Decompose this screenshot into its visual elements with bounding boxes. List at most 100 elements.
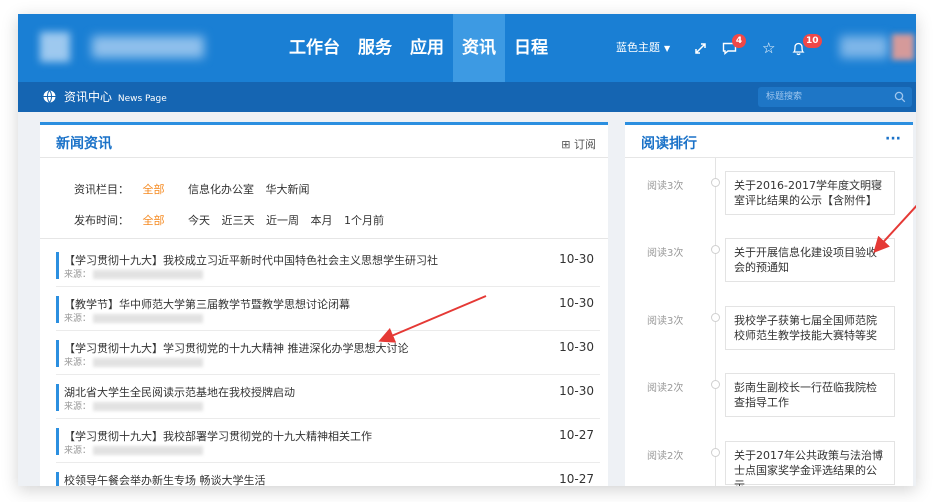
news-list-item[interactable]: 湖北省大学生全民阅读示范基地在我校授牌启动 来源： 10-30	[56, 376, 600, 419]
globe-icon	[43, 90, 56, 103]
source-blurred	[93, 358, 204, 367]
ranking-read-count: 阅读2次	[647, 383, 684, 394]
source-blurred	[93, 402, 204, 411]
ranking-item-title[interactable]: 关于开展信息化建设项目验收会的预通知	[725, 238, 895, 282]
notification-button[interactable]	[792, 14, 805, 82]
top-navigation-bar: 工作台 服务 应用 资讯 日程 蓝色主题 ▼ 4 ☆ 10	[18, 14, 916, 82]
expand-icon	[695, 43, 706, 54]
source-blurred	[93, 446, 204, 455]
news-item-title[interactable]: 【学习贯彻十九大】学习贯彻党的十九大精神 推进深化办学思想大讨论	[64, 340, 409, 356]
theme-selector[interactable]: 蓝色主题 ▼	[616, 14, 670, 82]
news-list-item[interactable]: 校领导午餐会举办新生专场 畅谈大学生活 10-27	[56, 464, 600, 486]
time-option-today[interactable]: 今天	[188, 214, 210, 227]
search-input[interactable]	[766, 89, 886, 105]
news-list-item[interactable]: 【学习贯彻十九大】我校部署学习贯彻党的十九大精神相关工作 来源： 10-27	[56, 420, 600, 463]
news-panel-title: 新闻资讯	[56, 136, 112, 152]
source-label: 来源：	[64, 314, 92, 324]
ranking-item-title[interactable]: 关于2017年公共政策与法治博士点国家奖学金评选结果的公示	[725, 441, 895, 486]
ranking-item: 阅读2次 关于2017年公共政策与法治博士点国家奖学金评选结果的公示	[625, 441, 913, 486]
news-item-date: 10-30	[559, 296, 594, 310]
nav-tab-news[interactable]: 资讯	[453, 14, 505, 82]
ranking-item-title[interactable]: 我校学子获第七届全国师范院校师范生教学技能大赛特等奖	[725, 306, 895, 350]
timeline-dot	[711, 245, 720, 254]
time-option-older[interactable]: 1个月前	[344, 214, 384, 227]
divider	[625, 157, 913, 158]
message-button[interactable]	[722, 14, 737, 82]
nav-tab-apps[interactable]: 应用	[401, 14, 453, 82]
divider	[40, 238, 608, 239]
news-item-date: 10-27	[559, 428, 594, 442]
ranking-item: 阅读2次 彭南生副校长一行莅临我院检查指导工作	[625, 373, 913, 425]
news-list-item[interactable]: 【学习贯彻十九大】学习贯彻党的十九大精神 推进深化办学思想大讨论 来源： 10-…	[56, 332, 600, 375]
news-list-item[interactable]: 【学习贯彻十九大】我校成立习近平新时代中国特色社会主义思想学生研习社 来源： 1…	[56, 244, 600, 287]
divider	[40, 157, 608, 158]
source-label: 来源：	[64, 446, 92, 456]
news-item-source: 来源：	[64, 399, 204, 412]
column-option-it-office[interactable]: 信息化办公室	[188, 183, 254, 196]
ranking-item: 阅读3次 关于开展信息化建设项目验收会的预通知	[625, 238, 913, 290]
subscribe-label: 订阅	[574, 138, 596, 151]
main-nav: 工作台 服务 应用 资讯 日程	[280, 14, 557, 82]
timeline-dot	[711, 448, 720, 457]
avatar[interactable]	[892, 34, 914, 60]
ranking-item: 阅读3次 我校学子获第七届全国师范院校师范生教学技能大赛特等奖	[625, 306, 913, 358]
nav-tab-workbench[interactable]: 工作台	[280, 14, 349, 82]
source-label: 来源：	[64, 358, 92, 368]
ranking-read-count: 阅读3次	[647, 316, 684, 327]
username-blurred[interactable]	[840, 36, 888, 58]
more-icon[interactable]: ···	[885, 131, 901, 147]
fullscreen-button[interactable]	[694, 14, 707, 82]
news-item-marker	[56, 340, 59, 367]
app-window: 工作台 服务 应用 资讯 日程 蓝色主题 ▼ 4 ☆ 10 资讯中心 News …	[18, 14, 916, 486]
caret-down-icon: ▼	[664, 44, 671, 53]
news-item-date: 10-30	[559, 384, 594, 398]
time-option-week[interactable]: 近一周	[266, 214, 299, 227]
logo-icon	[40, 32, 70, 62]
time-filter: 发布时间： 全部 今天 近三天 近一周 本月 1个月前	[74, 212, 384, 228]
nav-tab-schedule[interactable]: 日程	[505, 14, 557, 82]
news-item-date: 10-30	[559, 340, 594, 354]
news-list-item[interactable]: 【教学节】华中师范大学第三届教学节暨教学思想讨论闭幕 来源： 10-30	[56, 288, 600, 331]
column-option-ccnu-news[interactable]: 华大新闻	[266, 183, 310, 196]
news-item-date: 10-27	[559, 472, 594, 486]
source-label: 来源：	[64, 270, 92, 280]
ranking-read-count: 阅读3次	[647, 181, 684, 192]
timeline-dot	[711, 313, 720, 322]
news-item-source: 来源：	[64, 267, 204, 280]
news-panel: 新闻资讯 ⊞ 订阅 资讯栏目： 全部 信息化办公室 华大新闻 发布时间： 全部 …	[40, 122, 608, 486]
ranking-read-count: 阅读2次	[647, 451, 684, 462]
page-header-bar: 资讯中心 News Page	[18, 82, 916, 112]
page-title-en: News Page	[117, 94, 167, 104]
message-badge: 4	[732, 34, 746, 48]
time-option-3days[interactable]: 近三天	[222, 214, 255, 227]
news-item-title[interactable]: 湖北省大学生全民阅读示范基地在我校授牌启动	[64, 384, 295, 400]
logo-text-blurred	[92, 36, 204, 58]
news-item-title[interactable]: 【学习贯彻十九大】我校部署学习贯彻党的十九大精神相关工作	[64, 428, 372, 444]
time-option-month[interactable]: 本月	[311, 214, 333, 227]
news-item-source: 来源：	[64, 443, 204, 456]
star-icon: ☆	[762, 39, 776, 57]
subscribe-button[interactable]: ⊞ 订阅	[561, 136, 596, 152]
news-item-title[interactable]: 校领导午餐会举办新生专场 畅谈大学生活	[64, 472, 266, 486]
news-item-title[interactable]: 【学习贯彻十九大】我校成立习近平新时代中国特色社会主义思想学生研习社	[64, 252, 438, 268]
source-blurred	[93, 314, 204, 323]
page-title: 资讯中心 News Page	[64, 82, 167, 114]
search-box	[758, 87, 912, 107]
search-icon[interactable]	[894, 91, 906, 103]
column-filter: 资讯栏目： 全部 信息化办公室 华大新闻	[74, 181, 310, 197]
source-label: 来源：	[64, 402, 92, 412]
news-item-date: 10-30	[559, 252, 594, 266]
ranking-read-count: 阅读3次	[647, 248, 684, 259]
column-filter-label: 资讯栏目：	[74, 183, 129, 196]
ranking-panel: 阅读排行 ··· 阅读3次 关于2016-2017学年度文明寝室评比结果的公示【…	[625, 122, 913, 486]
news-item-source: 来源：	[64, 355, 204, 368]
ranking-item-title[interactable]: 彭南生副校长一行莅临我院检查指导工作	[725, 373, 895, 417]
nav-tab-services[interactable]: 服务	[349, 14, 401, 82]
notification-badge: 10	[803, 34, 822, 48]
ranking-item-title[interactable]: 关于2016-2017学年度文明寝室评比结果的公示【含附件】	[725, 171, 895, 215]
column-option-all[interactable]: 全部	[143, 183, 165, 196]
favorites-button[interactable]: ☆	[762, 14, 775, 82]
page-title-cn: 资讯中心	[64, 90, 113, 104]
time-option-all[interactable]: 全部	[143, 214, 165, 227]
news-item-title[interactable]: 【教学节】华中师范大学第三届教学节暨教学思想讨论闭幕	[64, 296, 350, 312]
